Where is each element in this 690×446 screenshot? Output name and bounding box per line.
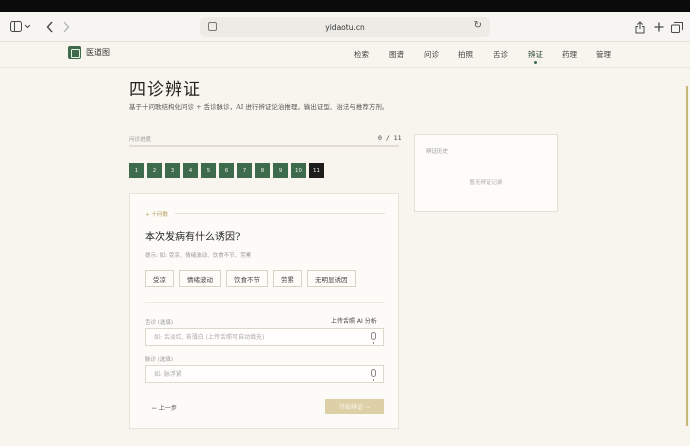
progress-label: 问诊进度 [129, 137, 152, 143]
nav-item-consult[interactable]: 问诊 [424, 49, 439, 60]
step-5[interactable]: 5 [201, 163, 216, 178]
share-icon[interactable] [634, 19, 646, 35]
history-empty-text: 暂无辨证记录 [469, 180, 503, 186]
nav-item-tongue[interactable]: 舌诊 [493, 49, 508, 60]
step-11[interactable]: 11 [309, 163, 324, 178]
sidebar-icon[interactable] [10, 19, 32, 35]
step-4[interactable]: 4 [183, 163, 198, 178]
upload-tongue-button[interactable]: 上传舌照 AI 分析 [331, 316, 377, 325]
logo-text: 医道图 [86, 48, 110, 57]
step-10[interactable]: 10 [291, 163, 306, 178]
browser-toolbar: yidaotu.cn ↻ [0, 12, 690, 42]
option-button[interactable]: 劳累 [273, 270, 302, 287]
pulse-label: 脉诊 (选填) [145, 357, 174, 363]
question-hint: 提示: 如: 受凉、情绪波动、饮食不节、劳累 [145, 253, 252, 259]
step-1[interactable]: 1 [129, 163, 144, 178]
nav-item-syndrome[interactable]: 辨证 [528, 49, 543, 60]
chevron-left-icon[interactable] [44, 19, 56, 35]
nav-item-photo[interactable]: 拍照 [458, 49, 473, 60]
history-title: 辨证历史 [426, 149, 449, 155]
option-list: 受凉 情绪波动 饮食不节 劳累 无明显诱因 [145, 270, 356, 287]
active-nav-indicator [534, 61, 537, 64]
tabs-icon[interactable] [670, 19, 684, 35]
address-bar[interactable]: yidaotu.cn ↻ [200, 17, 490, 37]
plus-icon[interactable] [653, 19, 665, 35]
logo[interactable]: 医道图 [68, 46, 110, 59]
step-8[interactable]: 8 [255, 163, 270, 178]
pulse-input[interactable] [154, 366, 364, 382]
progress-bar [129, 145, 399, 147]
pulse-field[interactable] [145, 365, 384, 383]
nav-item-pharmacology[interactable]: 药理 [562, 49, 577, 60]
microphone-icon[interactable] [371, 332, 376, 344]
os-menu-bar [0, 0, 690, 12]
option-button[interactable]: 受凉 [145, 270, 174, 287]
history-panel: 辨证历史 暂无辨证记录 [414, 134, 558, 212]
step-7[interactable]: 7 [237, 163, 252, 178]
nav-item-admin[interactable]: 管理 [596, 49, 611, 60]
tongue-label: 舌诊 (选填) [145, 320, 174, 326]
nav-item-graph[interactable]: 图谱 [389, 49, 404, 60]
scrollbar[interactable] [686, 86, 688, 426]
progress-count: 0 / 11 [378, 134, 402, 142]
logo-icon [68, 46, 81, 59]
site-icon [208, 22, 217, 31]
section-divider [175, 213, 385, 214]
step-6[interactable]: 6 [219, 163, 234, 178]
option-button[interactable]: 情绪波动 [179, 270, 221, 287]
option-button[interactable]: 无明显诱因 [307, 270, 356, 287]
reload-icon[interactable]: ↻ [474, 20, 482, 31]
question-card: + 十问歌 本次发病有什么诱因? 提示: 如: 受凉、情绪波动、饮食不节、劳累 … [129, 193, 399, 429]
step-9[interactable]: 9 [273, 163, 288, 178]
page-title: 四诊辨证 [129, 80, 201, 100]
start-diagnosis-button[interactable]: 开始辨证 → [325, 399, 384, 414]
tongue-input[interactable] [154, 329, 364, 345]
header-divider [0, 67, 690, 68]
option-button[interactable]: 饮食不节 [226, 270, 268, 287]
step-list: 1 2 3 4 5 6 7 8 9 10 11 [129, 163, 324, 178]
microphone-icon[interactable] [371, 369, 376, 381]
card-divider [145, 302, 385, 303]
site-header: 医道图 检索 图谱 问诊 拍照 舌诊 辨证 药理 管理 [0, 42, 690, 68]
url-text: yidaotu.cn [325, 22, 365, 32]
tongue-field[interactable] [145, 328, 384, 346]
nav-item-search[interactable]: 检索 [354, 49, 369, 60]
page-description: 基于十问歌结构化问诊 + 舌诊脉诊，AI 进行辨证论治推理，输出证型、治法与推荐… [129, 103, 389, 111]
step-3[interactable]: 3 [165, 163, 180, 178]
step-2[interactable]: 2 [147, 163, 162, 178]
question-text: 本次发病有什么诱因? [145, 232, 241, 243]
chevron-right-icon[interactable] [60, 19, 72, 35]
section-tag: + 十问歌 [145, 212, 168, 218]
prev-button[interactable]: ← 上一步 [152, 403, 177, 412]
